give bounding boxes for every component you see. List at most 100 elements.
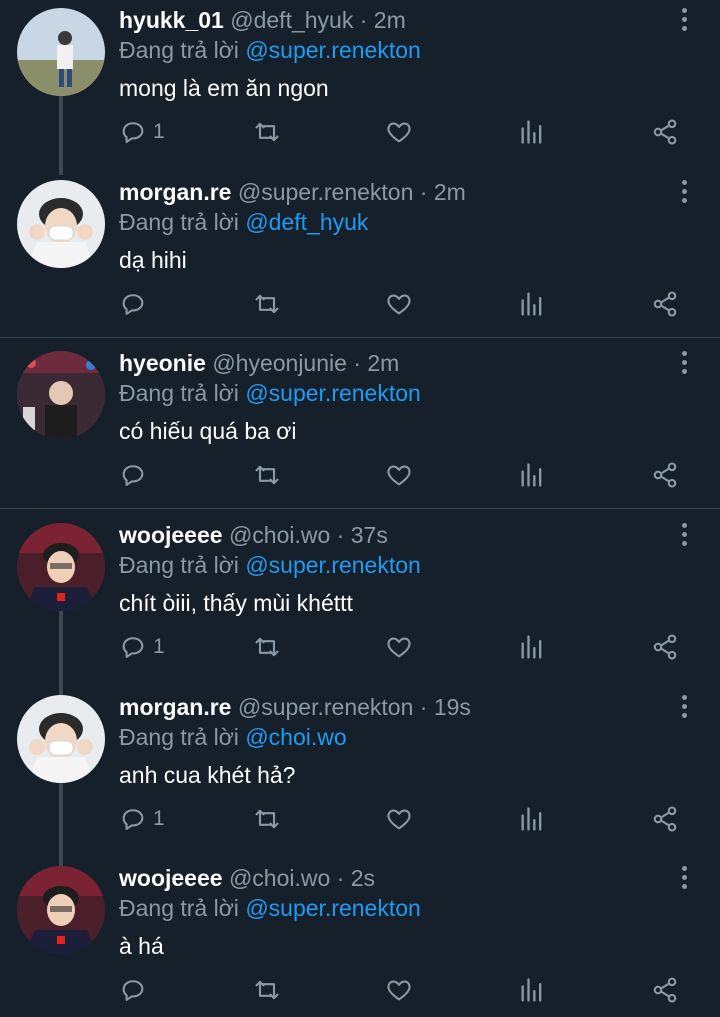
share-button[interactable] [651, 970, 679, 1010]
like-button[interactable] [385, 799, 413, 839]
share-button[interactable] [651, 799, 679, 839]
display-name[interactable]: woojeeee [119, 522, 223, 548]
analytics-icon [521, 292, 542, 316]
reply-to-link[interactable]: @super.renekton [245, 37, 421, 63]
user-handle[interactable]: @choi.wo [229, 522, 330, 548]
retweet-icon [255, 637, 279, 657]
heart-icon [387, 637, 411, 658]
reply-to-link[interactable]: @deft_hyuk [245, 209, 368, 235]
analytics-button[interactable] [518, 627, 546, 667]
reply-to-link[interactable]: @super.renekton [245, 552, 421, 578]
retweet-button[interactable] [253, 799, 281, 839]
more-icon[interactable] [672, 180, 696, 208]
user-handle[interactable]: @super.renekton [238, 694, 414, 720]
like-button[interactable] [385, 284, 413, 324]
separator-dot: · [419, 179, 428, 205]
separator-dot: · [359, 7, 368, 33]
display-name[interactable]: woojeeee [119, 865, 223, 891]
share-button[interactable] [651, 455, 679, 495]
tweet-item[interactable]: woojeeee @choi.wo · 2s Đang trả lời @sup… [0, 858, 720, 1017]
timestamp[interactable]: 2m [434, 179, 466, 205]
reply-button[interactable]: 1 [119, 112, 165, 152]
reply-button[interactable]: 1 [119, 627, 165, 667]
reply-button[interactable] [119, 970, 153, 1010]
timestamp[interactable]: 2s [351, 865, 375, 891]
timestamp[interactable]: 2m [374, 7, 406, 33]
timestamp[interactable]: 2m [367, 350, 399, 376]
tweet-item[interactable]: morgan.re @super.renekton · 19s Đang trả… [0, 687, 720, 867]
share-button[interactable] [651, 112, 679, 152]
separator-dot: · [336, 865, 345, 891]
display-name[interactable]: morgan.re [119, 694, 231, 720]
retweet-button[interactable] [253, 284, 281, 324]
avatar[interactable] [17, 695, 105, 783]
user-handle[interactable]: @super.renekton [238, 179, 414, 205]
reply-button[interactable] [119, 284, 153, 324]
display-name[interactable]: hyukk_01 [119, 7, 224, 33]
tweet-item[interactable]: morgan.re @super.renekton · 2m Đang trả … [0, 172, 720, 337]
avatar[interactable] [17, 866, 105, 954]
timestamp[interactable]: 19s [434, 694, 471, 720]
avatar[interactable] [17, 8, 105, 96]
reply-icon [122, 122, 144, 143]
reply-prefix: Đang trả lời [119, 37, 246, 63]
more-icon[interactable] [672, 695, 696, 723]
tweet-text: chít òiii, thấy mùi khéttt [119, 590, 353, 616]
tweet-item[interactable]: hyeonie @hyeonjunie · 2m Đang trả lời @s… [0, 343, 720, 508]
avatar[interactable] [17, 351, 105, 439]
analytics-button[interactable] [518, 112, 546, 152]
avatar[interactable] [17, 180, 105, 268]
reply-prefix: Đang trả lời [119, 895, 246, 921]
reply-to-link[interactable]: @super.renekton [245, 895, 421, 921]
reply-prefix: Đang trả lời [119, 724, 246, 750]
reply-icon [122, 294, 144, 315]
share-button[interactable] [651, 284, 679, 324]
retweet-icon [255, 122, 279, 142]
reply-count: 1 [153, 635, 165, 658]
analytics-icon [521, 635, 542, 659]
retweet-button[interactable] [253, 627, 281, 667]
retweet-button[interactable] [253, 455, 281, 495]
reply-context: Đang trả lời @super.renekton [119, 551, 421, 579]
reply-context: Đang trả lời @super.renekton [119, 379, 421, 407]
separator-dot: · [419, 694, 428, 720]
more-icon[interactable] [672, 8, 696, 36]
more-icon[interactable] [672, 866, 696, 894]
analytics-button[interactable] [518, 284, 546, 324]
reply-button[interactable]: 1 [119, 799, 165, 839]
reply-to-link[interactable]: @choi.wo [245, 724, 346, 750]
timestamp[interactable]: 37s [351, 522, 388, 548]
like-button[interactable] [385, 455, 413, 495]
analytics-button[interactable] [518, 970, 546, 1010]
tweet-header: morgan.re @super.renekton · 2m [119, 178, 466, 206]
reply-icon [122, 637, 144, 658]
action-bar [0, 970, 720, 1010]
retweet-button[interactable] [253, 112, 281, 152]
more-icon[interactable] [672, 351, 696, 379]
user-handle[interactable]: @hyeonjunie [212, 350, 347, 376]
like-button[interactable] [385, 112, 413, 152]
display-name[interactable]: hyeonie [119, 350, 206, 376]
like-button[interactable] [385, 970, 413, 1010]
reply-to-link[interactable]: @super.renekton [245, 380, 421, 406]
more-icon[interactable] [672, 523, 696, 551]
like-button[interactable] [385, 627, 413, 667]
retweet-icon [255, 809, 279, 829]
user-handle[interactable]: @choi.wo [229, 865, 330, 891]
heart-icon [387, 294, 411, 315]
tweet-item[interactable]: hyukk_01 @deft_hyuk · 2m Đang trả lời @s… [0, 0, 720, 175]
retweet-button[interactable] [253, 970, 281, 1010]
reply-prefix: Đang trả lời [119, 209, 246, 235]
reply-context: Đang trả lời @super.renekton [119, 36, 421, 64]
share-button[interactable] [651, 627, 679, 667]
reply-context: Đang trả lời @deft_hyuk [119, 208, 368, 236]
analytics-button[interactable] [518, 799, 546, 839]
avatar[interactable] [17, 523, 105, 611]
display-name[interactable]: morgan.re [119, 179, 231, 205]
reply-button[interactable] [119, 455, 153, 495]
user-handle[interactable]: @deft_hyuk [230, 7, 353, 33]
analytics-button[interactable] [518, 455, 546, 495]
tweet-header: morgan.re @super.renekton · 19s [119, 693, 471, 721]
tweet-item[interactable]: woojeeee @choi.wo · 37s Đang trả lời @su… [0, 515, 720, 695]
tweet-text: mong là em ăn ngon [119, 75, 329, 101]
